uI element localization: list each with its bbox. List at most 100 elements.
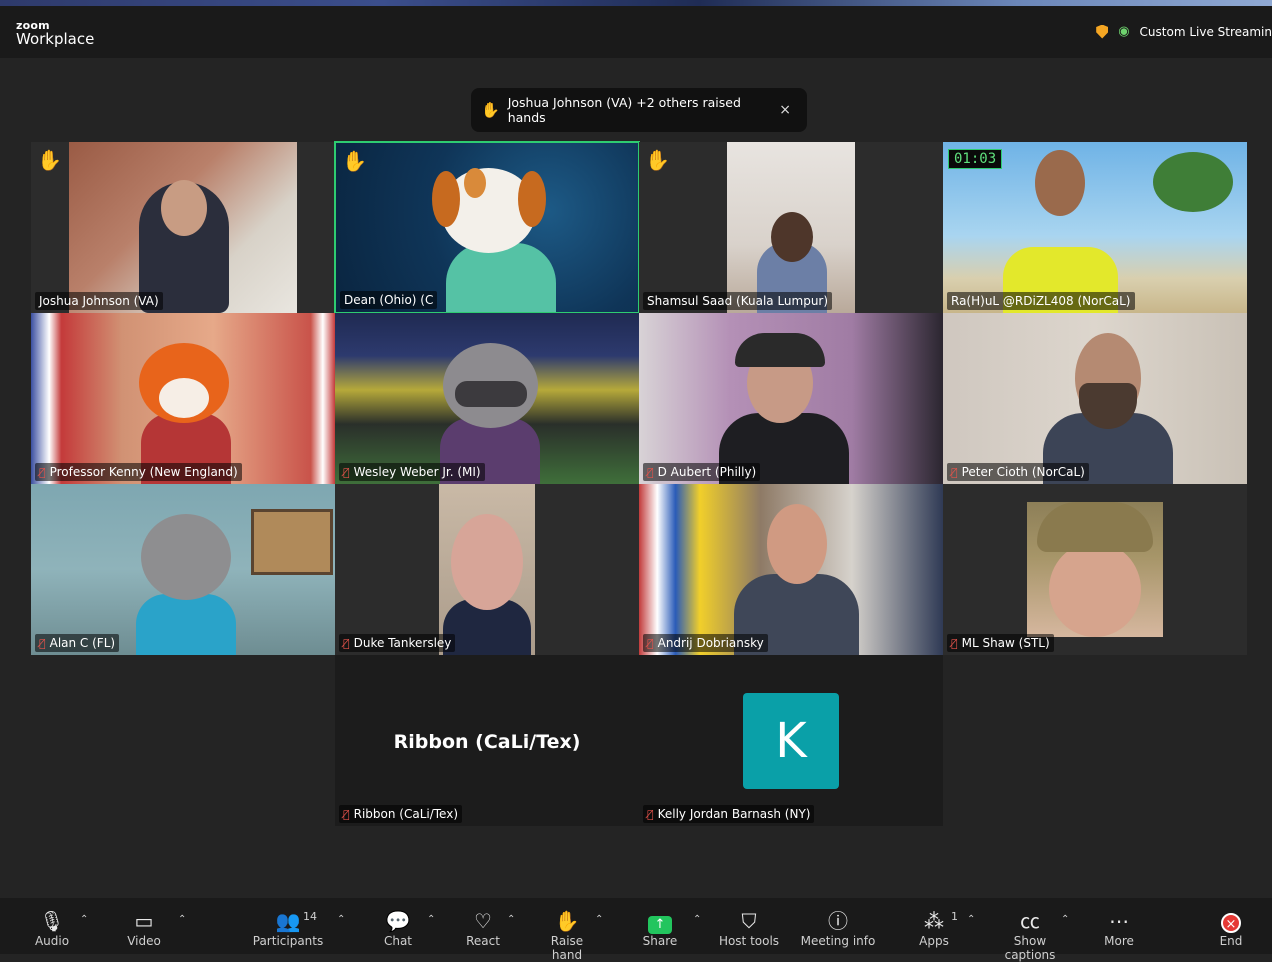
more-label: More	[1104, 934, 1134, 948]
host-tools-button[interactable]: ⛉ Host tools	[718, 908, 780, 948]
meeting-info-button[interactable]: ⓘ Meeting info	[800, 908, 876, 948]
participant-name: 🎙̸ ML Shaw (STL)	[947, 634, 1054, 652]
live-stream-icon: ◉	[1118, 24, 1130, 39]
status-area: ◉ Custom Live Streamin	[1096, 24, 1272, 39]
audio-label: Audio	[34, 934, 70, 948]
close-icon[interactable]: ×	[773, 102, 797, 118]
raised-hand-icon: ✋	[481, 101, 500, 119]
apps-icon: ⁂	[924, 909, 944, 933]
microphone-icon: 🎙	[39, 909, 65, 933]
participant-name: 🎙̸ Alan C (FL)	[35, 634, 120, 652]
video-tile[interactable]: 🎙̸ Wesley Weber Jr. (MI)	[335, 313, 639, 484]
mic-off-icon: 🎙̸	[343, 636, 350, 650]
info-icon: ⓘ	[828, 909, 848, 933]
video-tile[interactable]: 🎙̸ D Aubert (Philly)	[639, 313, 943, 484]
raised-hand-icon: ✋	[645, 148, 670, 172]
participant-name: Shamsul Saad (Kuala Lumpur)	[643, 292, 833, 310]
apps-count: 1	[951, 910, 958, 923]
live-stream-label[interactable]: Custom Live Streamin	[1140, 25, 1272, 39]
raised-hands-text: Joshua Johnson (VA) +2 others raised han…	[507, 95, 741, 125]
video-options-caret-icon[interactable]: ⌃	[178, 914, 186, 925]
share-label: Share	[642, 934, 678, 948]
participant-name: Ra(H)uL @RDiZL408 (NorCaL)	[947, 292, 1135, 310]
name-text: Wesley Weber Jr. (MI)	[353, 465, 481, 479]
name-text: Andrij Dobriansky	[657, 636, 764, 650]
video-tile[interactable]: ✋ Joshua Johnson (VA)	[31, 142, 335, 313]
name-text: Peter Cioth (NorCaL)	[961, 465, 1085, 479]
audio-button[interactable]: 🎙 Audio	[30, 908, 74, 948]
security-shield-icon[interactable]	[1096, 24, 1109, 39]
name-text: Alan C (FL)	[49, 636, 116, 650]
react-label: React	[466, 934, 500, 948]
video-tile[interactable]: 🎙̸ Duke Tankersley	[335, 484, 639, 655]
name-text: Duke Tankersley	[353, 636, 452, 650]
participant-name: 🎙̸ Kelly Jordan Barnash (NY)	[643, 805, 815, 823]
raise-hand-options-caret-icon[interactable]: ⌃	[595, 914, 603, 925]
video-tile[interactable]: 🎙̸ Peter Cioth (NorCaL)	[943, 313, 1247, 484]
participants-count: 14	[303, 910, 317, 923]
end-button[interactable]: × End	[1212, 908, 1250, 948]
captions-options-caret-icon[interactable]: ⌃	[1061, 914, 1069, 925]
shield-icon: ⛉	[741, 909, 757, 933]
participant-video	[439, 484, 535, 655]
video-button[interactable]: ▭ Video	[122, 908, 166, 948]
participant-display-name: Ribbon (CaLi/Tex)	[393, 731, 581, 753]
chat-icon: 💬	[385, 909, 411, 933]
raised-hand-icon: ✋	[37, 148, 62, 172]
video-label: Video	[127, 934, 161, 948]
apps-button[interactable]: ⁂ Apps	[914, 908, 954, 948]
participant-name: 🎙̸ Ribbon (CaLi/Tex)	[339, 805, 462, 823]
video-tile-active-speaker[interactable]: ✋ Dean (Ohio) (C	[334, 141, 640, 314]
participant-video	[639, 484, 943, 655]
participant-video	[69, 142, 297, 313]
video-tile[interactable]: 🎙̸ ML Shaw (STL)	[943, 484, 1247, 655]
participant-name: 🎙̸ Andrij Dobriansky	[643, 634, 768, 652]
video-tile-no-video[interactable]: Ribbon (CaLi/Tex) 🎙̸ Ribbon (CaLi/Tex)	[335, 655, 639, 826]
react-options-caret-icon[interactable]: ⌃	[507, 914, 515, 925]
brand-workplace-text: Workplace	[16, 30, 95, 48]
title-bar: zoom Workplace ◉ Custom Live Streamin	[0, 6, 1272, 58]
mic-off-icon: 🎙̸	[951, 465, 958, 479]
video-tile[interactable]: 01:03 Ra(H)uL @RDiZL408 (NorCaL)	[943, 142, 1247, 313]
video-tile[interactable]: 🎙̸ Alan C (FL)	[31, 484, 335, 655]
mic-off-icon: 🎙̸	[647, 465, 654, 479]
share-button[interactable]: ↑ Share	[640, 908, 680, 948]
video-tile[interactable]: ✋ Shamsul Saad (Kuala Lumpur)	[639, 142, 943, 313]
name-text: Ribbon (CaLi/Tex)	[353, 807, 458, 821]
participant-name: 🎙̸ Peter Cioth (NorCaL)	[947, 463, 1089, 481]
participant-video	[1027, 502, 1163, 637]
chat-label: Chat	[383, 934, 413, 948]
video-tile-no-video[interactable]: K 🎙̸ Kelly Jordan Barnash (NY)	[639, 655, 943, 826]
participant-name: 🎙̸ Wesley Weber Jr. (MI)	[339, 463, 485, 481]
participant-video	[336, 143, 638, 312]
name-text: Joshua Johnson (VA)	[39, 294, 159, 308]
captions-label: Show captions	[1004, 934, 1056, 962]
recording-timer: 01:03	[948, 149, 1003, 169]
mic-off-icon: 🎙̸	[343, 465, 350, 479]
mic-off-icon: 🎙̸	[39, 465, 46, 479]
react-button[interactable]: ♡ React	[462, 908, 504, 948]
participant-video	[31, 313, 335, 484]
mic-off-icon: 🎙̸	[647, 807, 654, 821]
zoom-logo: zoom Workplace	[16, 20, 94, 47]
end-call-icon: ×	[1221, 913, 1241, 933]
share-options-caret-icon[interactable]: ⌃	[693, 914, 701, 925]
host-tools-label: Host tools	[718, 934, 780, 948]
participant-video	[943, 313, 1247, 484]
participant-name: Dean (Ohio) (C	[340, 291, 438, 309]
video-tile[interactable]: 🎙̸ Andrij Dobriansky	[639, 484, 943, 655]
raised-hand-icon: ✋	[342, 149, 367, 173]
chat-button[interactable]: 💬 Chat	[378, 908, 418, 948]
name-text: Shamsul Saad (Kuala Lumpur)	[647, 294, 829, 308]
mic-off-icon: 🎙̸	[39, 636, 46, 650]
chat-options-caret-icon[interactable]: ⌃	[427, 914, 435, 925]
participant-video	[639, 313, 943, 484]
participant-video	[335, 313, 639, 484]
raised-hands-banner[interactable]: ✋ Joshua Johnson (VA) +2 others raised h…	[471, 88, 807, 132]
video-tile[interactable]: 🎙̸ Professor Kenny (New England)	[31, 313, 335, 484]
more-button[interactable]: ⋯ More	[1100, 908, 1138, 948]
participants-options-caret-icon[interactable]: ⌃	[337, 914, 345, 925]
apps-options-caret-icon[interactable]: ⌃	[967, 914, 975, 925]
closed-captions-icon: ㏄	[1020, 909, 1040, 933]
audio-options-caret-icon[interactable]: ⌃	[80, 914, 88, 925]
